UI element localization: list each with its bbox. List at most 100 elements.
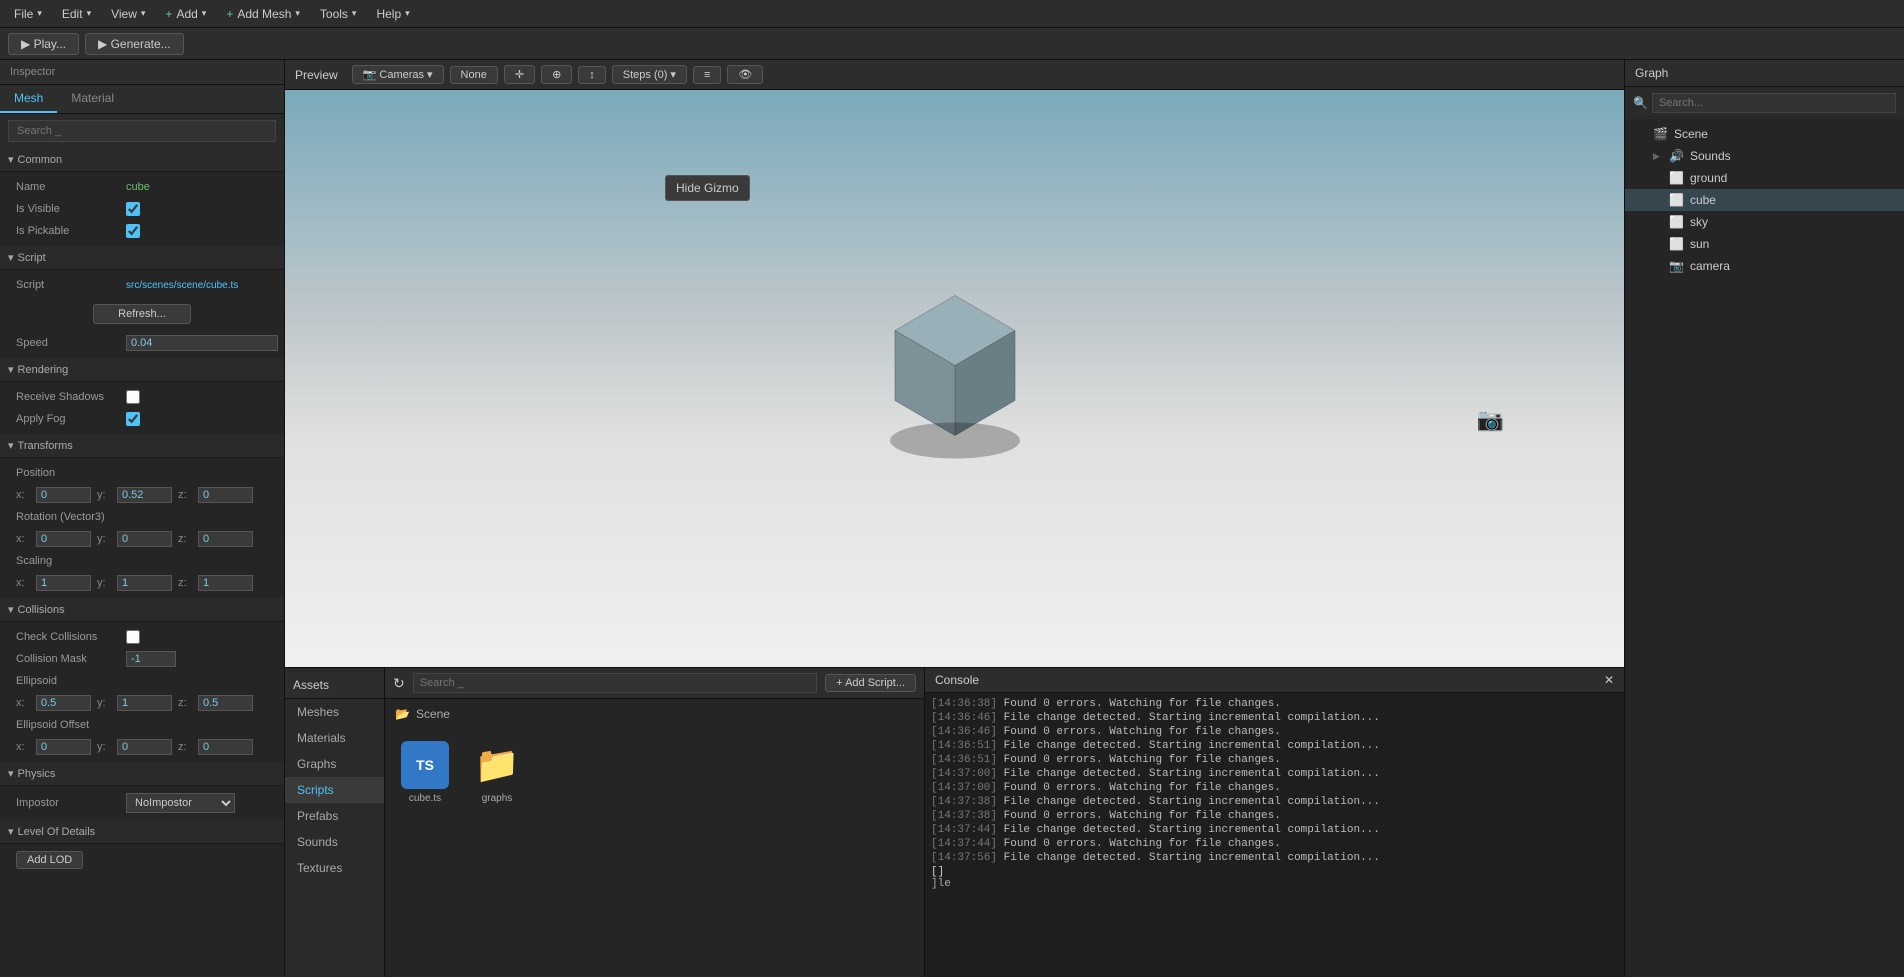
rotation-x-input[interactable] [36, 531, 91, 547]
graph-search-input[interactable] [1652, 93, 1896, 113]
assets-nav-sounds[interactable]: Sounds [285, 829, 384, 855]
console-close-icon[interactable]: ✕ [1604, 673, 1614, 687]
generate-button[interactable]: ▶ Generate... [85, 33, 184, 55]
menu-help[interactable]: Help ▾ [366, 5, 419, 23]
ellipsoid-offset-z-input[interactable] [198, 739, 253, 755]
assets-nav-textures[interactable]: Textures [285, 855, 384, 881]
impostor-select[interactable]: NoImpostor SphereImpostor BoxImpostor [126, 793, 235, 813]
check-collisions-checkbox[interactable] [126, 630, 140, 644]
menu-file[interactable]: File ▾ [4, 5, 52, 23]
assets-nav-sidebar: Assets Meshes Materials Graphs Scripts P… [285, 668, 385, 977]
assets-nav-scripts[interactable]: Scripts [285, 777, 384, 803]
add-lod-button[interactable]: Add LOD [16, 851, 83, 869]
section-rendering[interactable]: ▾ Rendering [0, 358, 284, 382]
assets-nav-meshes[interactable]: Meshes [285, 699, 384, 725]
console-content[interactable]: [14:36:38] Found 0 errors. Watching for … [925, 693, 1624, 977]
speed-input[interactable] [126, 335, 278, 351]
pos-y-label: y: [97, 489, 111, 501]
camera-small-icon: 📷 [363, 68, 377, 81]
bottom-center: Assets Meshes Materials Graphs Scripts P… [285, 667, 1624, 977]
prop-script-row: Script src/scenes/scene/cube.ts [0, 274, 284, 296]
refresh-assets-icon[interactable]: ↻ [393, 675, 405, 692]
center-panel: Preview 📷 Cameras ▾ None ✛ ⊕ ↕ Steps (0)… [285, 60, 1624, 977]
section-lod[interactable]: ▾ Level Of Details [0, 820, 284, 844]
scaling-x-input[interactable] [36, 575, 91, 591]
console-line: [14:37:56] File change detected. Startin… [931, 851, 1618, 865]
cameras-label: Cameras [379, 69, 424, 81]
position-y-input[interactable] [117, 487, 172, 503]
play-button[interactable]: ▶ Play... [8, 33, 79, 55]
section-common[interactable]: ▾ Common [0, 148, 284, 172]
camera-viewport-icon: 📷 [1477, 407, 1504, 433]
rot-x-label: x: [16, 533, 30, 545]
rotate-icon-button[interactable]: ⊕ [541, 65, 572, 84]
fog-label: Apply Fog [16, 413, 126, 425]
menu-help-arrow: ▾ [405, 8, 410, 19]
rotation-z-input[interactable] [198, 531, 253, 547]
ellipsoid-offset-x-input[interactable] [36, 739, 91, 755]
tree-item-camera[interactable]: 📷camera [1625, 255, 1904, 277]
section-collisions[interactable]: ▾ Collisions [0, 598, 284, 622]
position-x-input[interactable] [36, 487, 91, 503]
section-physics[interactable]: ▾ Physics [0, 762, 284, 786]
rotation-label: Rotation (Vector3) [16, 511, 126, 523]
tree-item-sky[interactable]: ⬜sky [1625, 211, 1904, 233]
add-script-button[interactable]: + Add Script... [825, 674, 916, 692]
scale-icon-button[interactable]: ↕ [578, 66, 606, 84]
tab-material[interactable]: Material [57, 85, 128, 113]
cube-3d-view [855, 265, 1055, 468]
assets-search-input[interactable] [413, 673, 817, 693]
asset-item-cubets[interactable]: TS cube.ts [395, 735, 455, 810]
tree-item-cube[interactable]: ⬜cube [1625, 189, 1904, 211]
scaling-z-input[interactable] [198, 575, 253, 591]
position-xyz-row: x: y: z: [0, 484, 284, 506]
console-msg: Found 0 errors. Watching for file change… [997, 754, 1281, 766]
prop-check-collisions-row: Check Collisions [0, 626, 284, 648]
apply-fog-checkbox[interactable] [126, 412, 140, 426]
ellipsoid-z-input[interactable] [198, 695, 253, 711]
inspector-search-input[interactable] [8, 120, 276, 142]
preview-viewport[interactable]: Hide Gizmo 📷 [285, 90, 1624, 667]
inspector-tabs: Mesh Material [0, 85, 284, 114]
steps-button[interactable]: Steps (0) ▾ [612, 65, 687, 84]
asset-item-graphs[interactable]: 📁 graphs [467, 735, 527, 810]
move-icon-button[interactable]: ✛ [504, 65, 535, 84]
grid-button[interactable]: ≡ [693, 66, 721, 84]
assets-nav-prefabs[interactable]: Prefabs [285, 803, 384, 829]
section-script[interactable]: ▾ Script [0, 246, 284, 270]
refresh-button[interactable]: Refresh... [93, 304, 191, 324]
section-script-content: Script src/scenes/scene/cube.ts Refresh.… [0, 270, 284, 358]
assets-nav-materials[interactable]: Materials [285, 725, 384, 751]
tree-item-sun[interactable]: ⬜sun [1625, 233, 1904, 255]
none-button[interactable]: None [450, 66, 498, 84]
section-physics-content: Impostor NoImpostor SphereImpostor BoxIm… [0, 786, 284, 820]
eye-button[interactable]: 👁 [727, 65, 763, 84]
console-panel: Console ✕ [14:36:38] Found 0 errors. Wat… [925, 668, 1624, 977]
tree-item-ground[interactable]: ⬜ground [1625, 167, 1904, 189]
ellipsoid-y-input[interactable] [117, 695, 172, 711]
ellipsoid-x-input[interactable] [36, 695, 91, 711]
receive-shadows-checkbox[interactable] [126, 390, 140, 404]
console-header: Console ✕ [925, 668, 1624, 693]
assets-nav-graphs[interactable]: Graphs [285, 751, 384, 777]
prop-position-label-row: Position [0, 462, 284, 484]
menu-add-mesh[interactable]: + Add Mesh ▾ [216, 5, 310, 23]
cameras-button[interactable]: 📷 Cameras ▾ [352, 65, 444, 84]
collision-mask-input[interactable] [126, 651, 176, 667]
tree-item-sounds[interactable]: ▶🔊Sounds [1625, 145, 1904, 167]
tree-icon-sun: ⬜ [1669, 237, 1684, 251]
tree-item-scene[interactable]: 🎬Scene [1625, 123, 1904, 145]
menu-tools[interactable]: Tools ▾ [310, 5, 367, 23]
is-visible-checkbox[interactable] [126, 202, 140, 216]
rotation-y-input[interactable] [117, 531, 172, 547]
menu-view[interactable]: View ▾ [101, 5, 155, 23]
console-msg: Found 0 errors. Watching for file change… [997, 838, 1281, 850]
scaling-y-input[interactable] [117, 575, 172, 591]
tab-mesh[interactable]: Mesh [0, 85, 57, 113]
position-z-input[interactable] [198, 487, 253, 503]
ellipsoid-offset-y-input[interactable] [117, 739, 172, 755]
section-transforms[interactable]: ▾ Transforms [0, 434, 284, 458]
menu-edit[interactable]: Edit ▾ [52, 5, 101, 23]
menu-add[interactable]: + Add ▾ [155, 5, 216, 23]
is-pickable-checkbox[interactable] [126, 224, 140, 238]
